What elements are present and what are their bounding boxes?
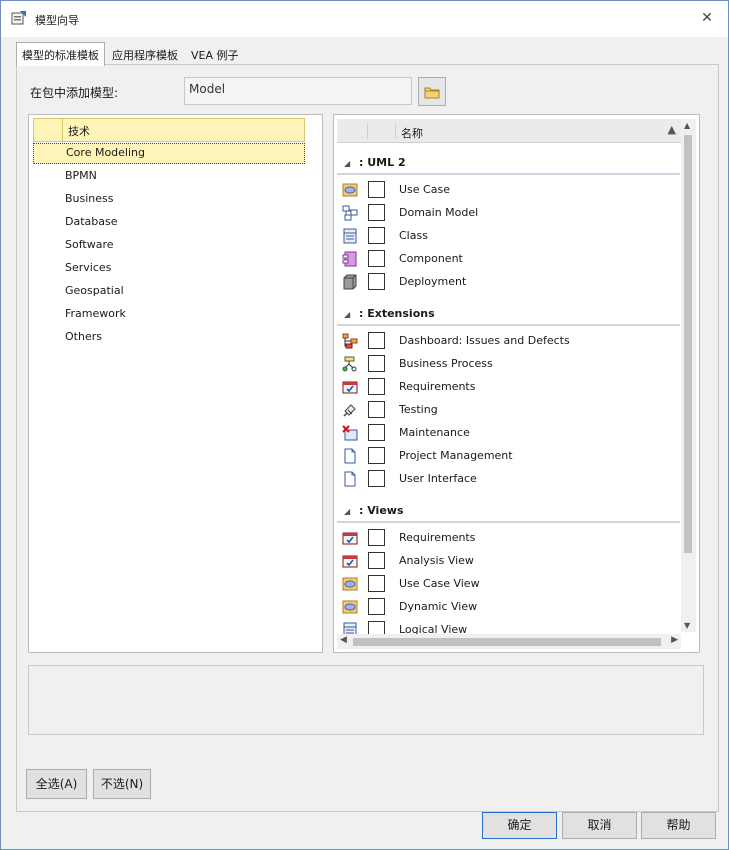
sort-ascending-icon: ▲ [667,123,676,136]
pattern-list: 名称 ▲ ◢ : UML 2 Use Case Domain Model Cla… [333,114,700,653]
technology-item-database[interactable]: Database [33,212,305,233]
business-process-icon [342,356,357,372]
pattern-row-maintenance[interactable]: Maintenance [337,422,680,445]
browse-package-button[interactable] [418,77,446,106]
pattern-row-business-process[interactable]: Business Process [337,353,680,376]
close-button[interactable]: ✕ [700,11,714,25]
cancel-button[interactable]: 取消 [562,812,637,839]
pattern-checkbox[interactable] [368,204,385,221]
folder-icon [424,87,440,98]
pattern-row-deployment[interactable]: Deployment [337,271,680,294]
pattern-checkbox[interactable] [368,378,385,395]
dashboard-icon [342,333,358,349]
select-all-button[interactable]: 全选(A) [26,769,87,799]
deployment-icon [343,274,357,290]
pattern-row-domain-model[interactable]: Domain Model [337,202,680,225]
pattern-checkbox[interactable] [368,227,385,244]
pattern-row-class[interactable]: Class [337,225,680,248]
vertical-scrollbar[interactable]: ▲ ▼ [681,119,696,632]
domain-model-icon [342,205,358,221]
technology-item-bpmn[interactable]: BPMN [33,166,305,187]
technology-column-header: 技术 [68,125,90,138]
group-header-views[interactable]: ◢ : Views [337,500,680,523]
pattern-checkbox[interactable] [368,181,385,198]
pattern-checkbox[interactable] [368,598,385,615]
technology-item-others[interactable]: Others [33,327,305,348]
pattern-row-use-case-view[interactable]: Use Case View [337,573,680,596]
pattern-checkbox[interactable] [368,552,385,569]
technology-item-core-modeling[interactable]: Core Modeling [33,143,305,164]
pattern-checkbox[interactable] [368,529,385,546]
model-wizard-dialog: 模型向导 ✕ 模型的标准模板 应用程序模板 VEA 例子 在包中添加模型: Mo… [0,0,729,850]
pattern-checkbox[interactable] [368,401,385,418]
description-box [28,665,704,735]
pattern-row-testing[interactable]: Testing [337,399,680,422]
technology-item-business[interactable]: Business [33,189,305,210]
requirements-icon [342,381,358,394]
document-icon [344,471,356,487]
class-icon [343,228,357,244]
pattern-row-dynamic-view[interactable]: Dynamic View [337,596,680,619]
document-icon [344,448,356,464]
ok-button[interactable]: 确定 [482,812,557,839]
select-none-button[interactable]: 不选(N) [93,769,151,799]
pattern-row-use-case[interactable]: Use Case [337,179,680,202]
technology-list: 技术 Core Modeling BPMN Business Database … [28,114,323,653]
pattern-checkbox[interactable] [368,273,385,290]
pattern-checkbox[interactable] [368,424,385,441]
scroll-right-icon[interactable]: ▶ [671,635,678,645]
pattern-row-component[interactable]: Component [337,248,680,271]
scroll-up-icon[interactable]: ▲ [684,121,690,130]
pattern-checkbox[interactable] [368,332,385,349]
title-bar: 模型向导 ✕ [1,1,728,37]
window-title: 模型向导 [35,14,79,27]
use-case-icon [342,600,358,614]
pattern-row-analysis-view[interactable]: Analysis View [337,550,680,573]
horizontal-scroll-thumb[interactable] [353,638,661,646]
add-to-package-label: 在包中添加模型: [30,86,119,100]
package-name-field[interactable]: Model [184,77,412,105]
technology-item-framework[interactable]: Framework [33,304,305,325]
pattern-checkbox[interactable] [368,355,385,372]
tab-application-templates[interactable]: 应用程序模板 [107,44,183,65]
collapse-triangle-icon[interactable]: ◢ [344,159,350,168]
pattern-checkbox[interactable] [368,250,385,267]
technology-item-geospatial[interactable]: Geospatial [33,281,305,302]
scroll-left-icon[interactable]: ◀ [340,635,347,645]
use-case-icon [342,183,358,197]
pattern-row-requirements-view[interactable]: Requirements [337,527,680,550]
pattern-row-requirements[interactable]: Requirements [337,376,680,399]
group-header-uml2[interactable]: ◢ : UML 2 [337,152,680,175]
pattern-checkbox[interactable] [368,470,385,487]
pattern-row-user-interface[interactable]: User Interface [337,468,680,491]
horizontal-scrollbar[interactable]: ◀ ▶ [337,634,681,649]
name-column-header: 名称 [401,127,423,140]
requirements-icon [342,532,358,545]
pattern-row-dashboard[interactable]: Dashboard: Issues and Defects [337,330,680,353]
technology-list-header[interactable]: 技术 [33,118,305,142]
requirements-icon [342,555,358,568]
use-case-icon [342,577,358,591]
pattern-checkbox[interactable] [368,447,385,464]
tab-standard-templates[interactable]: 模型的标准模板 [16,42,105,66]
tab-vea-examples[interactable]: VEA 例子 [186,44,244,65]
pattern-list-header[interactable]: 名称 ▲ [337,119,682,143]
scroll-down-icon[interactable]: ▼ [684,621,690,630]
collapse-triangle-icon[interactable]: ◢ [344,507,350,516]
technology-item-software[interactable]: Software [33,235,305,256]
pattern-row-project-management[interactable]: Project Management [337,445,680,468]
testing-icon [343,404,356,417]
group-header-extensions[interactable]: ◢ : Extensions [337,303,680,326]
vertical-scroll-thumb[interactable] [684,135,692,553]
pattern-checkbox[interactable] [368,575,385,592]
model-wizard-icon [11,11,26,25]
close-icon: ✕ [701,10,713,26]
help-button[interactable]: 帮助 [641,812,716,839]
collapse-triangle-icon[interactable]: ◢ [344,310,350,319]
technology-item-services[interactable]: Services [33,258,305,279]
maintenance-icon [342,425,358,441]
component-icon [342,251,357,267]
